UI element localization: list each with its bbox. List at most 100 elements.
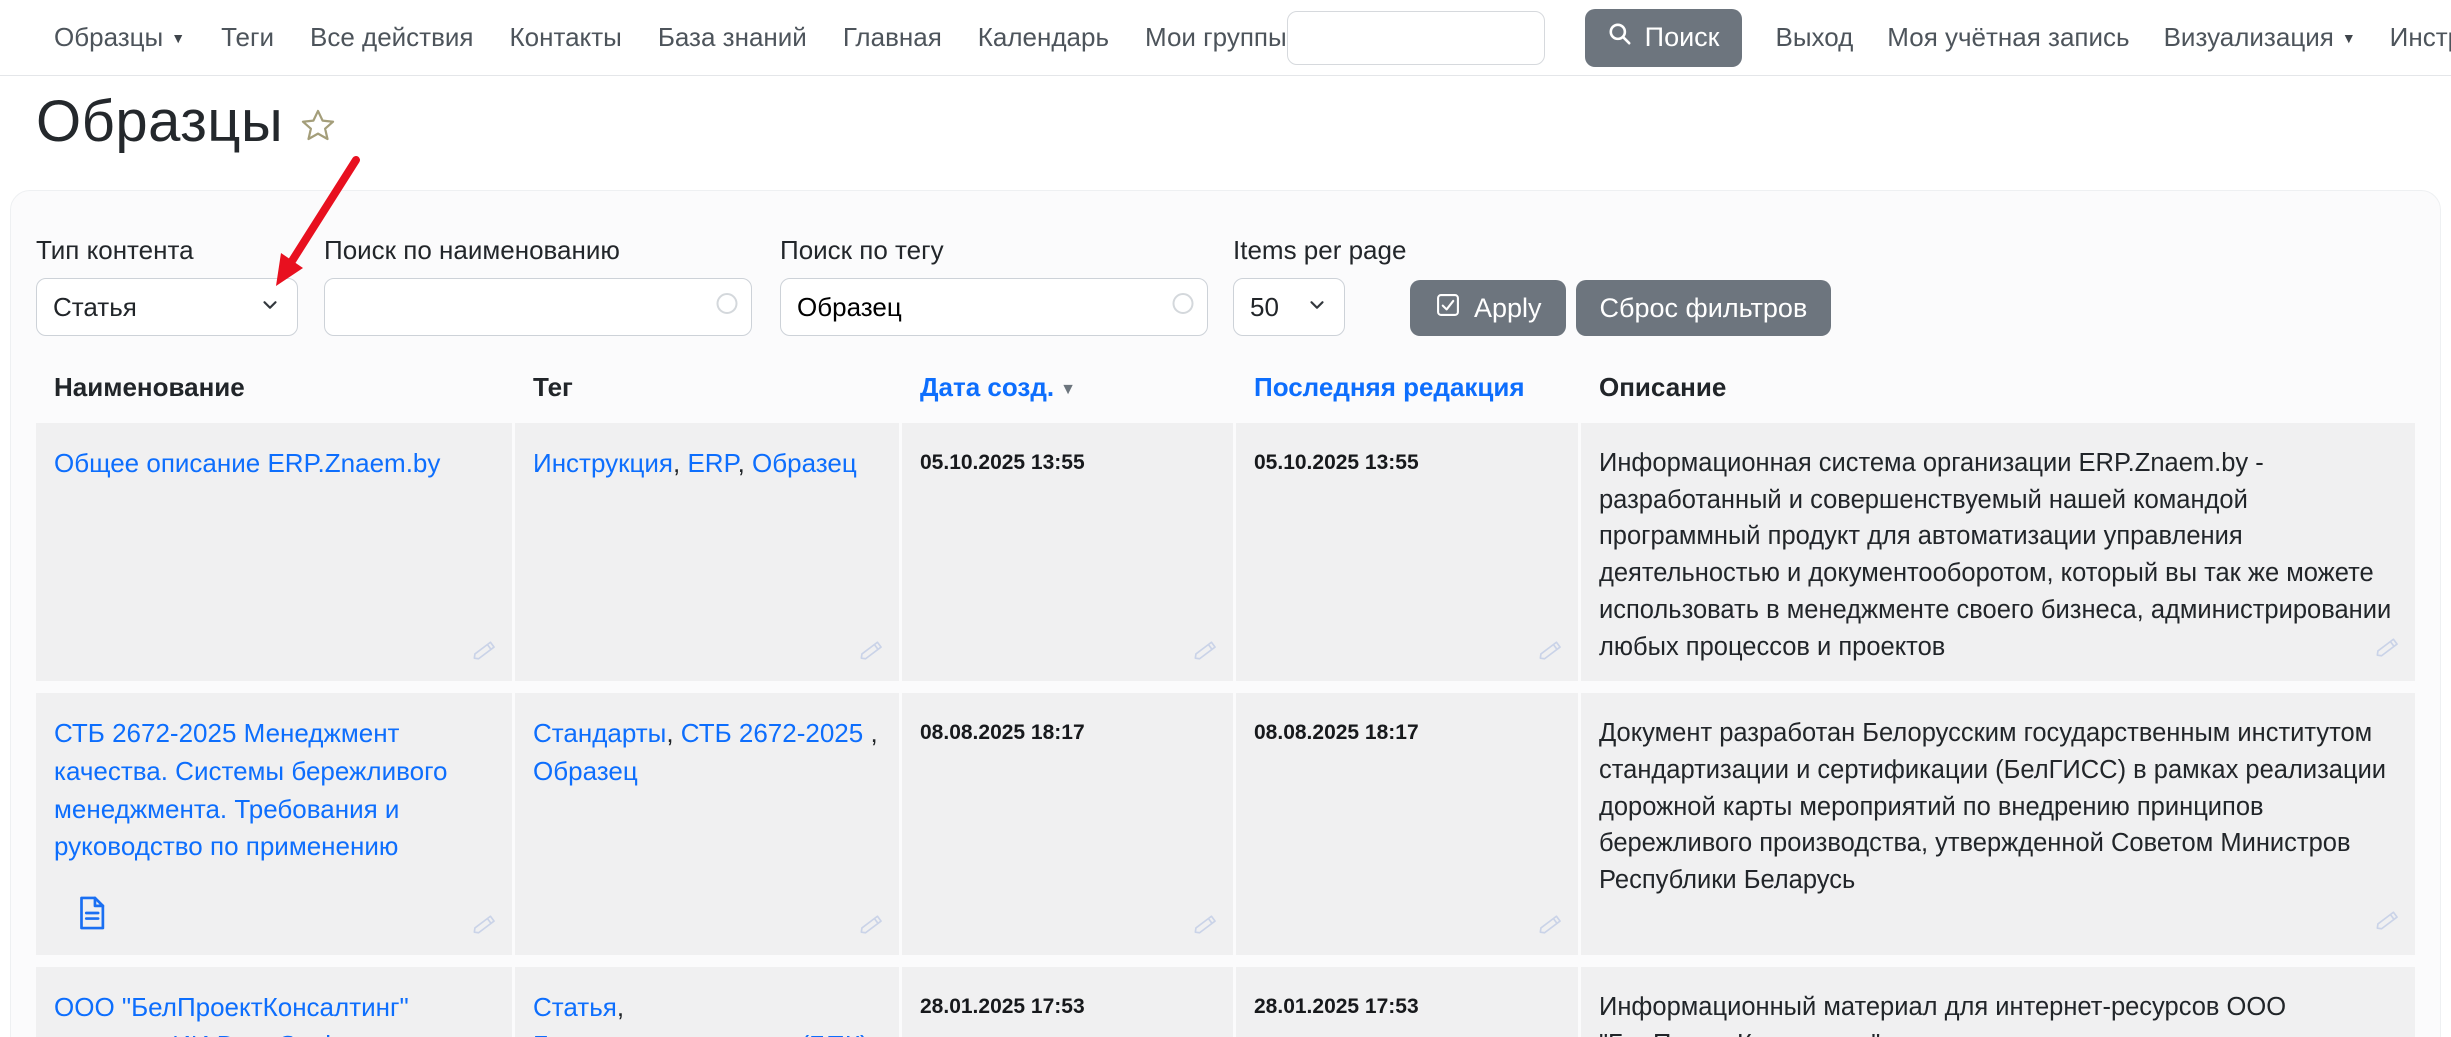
edit-pencil-icon[interactable] [2374,634,2401,672]
tag-link[interactable]: ERP [687,448,737,478]
items-per-page-label: Items per page [1233,235,1345,266]
edit-pencil-icon[interactable] [2374,907,2401,945]
items-per-page-select[interactable]: 50 [1233,278,1345,336]
tag-separator: , [870,718,877,748]
tag-separator: , [617,992,624,1022]
nav-item-knowledge-base[interactable]: База знаний [658,22,807,53]
tag-link[interactable]: Образец [752,448,857,478]
apply-button[interactable]: Apply [1410,280,1566,336]
tag-separator: , [738,448,752,478]
edit-pencil-icon[interactable] [471,911,498,945]
nav-item-my-account[interactable]: Моя учётная запись [1887,22,2129,53]
edit-pencil-icon[interactable] [858,911,885,945]
name-search-label: Поиск по наименованию [324,235,752,266]
sort-desc-icon: ▼ [1060,381,1076,398]
nav-item-calendar[interactable]: Календарь [978,22,1109,53]
nav-item-visualization[interactable]: Визуализация▼ [2164,22,2356,53]
edited-date-cell: 08.08.2025 18:17 [1236,693,1578,955]
checkbox-checked-icon [1434,291,1462,326]
nav-item-all-actions[interactable]: Все действия [310,22,474,53]
search-button-label: Поиск [1645,22,1720,53]
tag-link[interactable]: СТБ 2672-2025 [681,718,871,748]
nav-item-samples[interactable]: Образцы ▼ [54,22,185,53]
edit-pencil-icon[interactable] [1192,637,1219,671]
name-search-field-wrap [324,278,752,336]
column-header: Наименование [36,362,512,413]
nav-item-contacts[interactable]: Контакты [510,22,622,53]
row-title-link[interactable]: СТБ 2672-2025 Менеджмент качества. Систе… [54,718,447,861]
edited-date-cell: 28.01.2025 17:53 [1236,967,1578,1037]
caret-down-icon: ▼ [171,31,185,45]
title-cell: ООО "БелПроектКонсалтинг" внедряет ИИ De… [36,967,512,1037]
search-icon [1607,21,1633,54]
column-header-label: Тег [533,372,573,402]
column-header-label: Описание [1599,372,1726,402]
search-input[interactable] [1287,11,1545,65]
created-date: 05.10.2025 13:55 [920,447,1085,474]
title-cell: Общее описание ERP.Znaem.by [36,423,512,681]
column-header[interactable]: Дата созд. ▼ [902,362,1233,413]
name-search-input[interactable] [341,279,735,335]
row-title-link[interactable]: ООО "БелПроектКонсалтинг" внедряет ИИ De… [54,992,409,1037]
created-date: 28.01.2025 17:53 [920,991,1085,1018]
table-row: Общее описание ERP.Znaem.by Инструкция, E… [36,423,2415,681]
column-header-label: Дата созд. [920,372,1054,402]
nav-item-label: Образцы [54,22,163,53]
column-header-label: Последняя редакция [1254,372,1525,402]
file-text-icon[interactable] [72,894,110,939]
created-date: 08.08.2025 18:17 [920,717,1085,744]
row-title-link[interactable]: Общее описание ERP.Znaem.by [54,448,440,478]
nav-item-label: Контакты [510,22,622,53]
tag-link[interactable]: Образец [533,756,638,786]
edit-pencil-icon[interactable] [1537,637,1564,671]
content-type-value: Статья [53,292,137,323]
tag-link[interactable]: Статья [533,992,617,1022]
description-cell: Документ разработан Белорусским государс… [1581,693,2415,955]
tag-link[interactable]: Стандарты [533,718,666,748]
tag-link[interactable]: Инструкция [533,448,673,478]
clear-circle-icon[interactable] [1171,292,1195,323]
tag-search-field-wrap [780,278,1208,336]
edited-date-cell: 05.10.2025 13:55 [1236,423,1578,681]
tag-separator: , [869,1030,876,1037]
edited-date: 28.01.2025 17:53 [1254,991,1419,1018]
nav-item-label: Теги [221,22,274,53]
search-button[interactable]: Поиск [1585,9,1742,67]
reset-filters-label: Сброс фильтров [1600,293,1808,324]
table-body: Общее описание ERP.Znaem.by Инструкция, E… [11,423,2440,1037]
column-header[interactable]: Последняя редакция [1236,362,1578,413]
description-text: Информационный материал для интернет-рес… [1599,993,2286,1037]
nav-item-my-groups[interactable]: Мои группы [1145,22,1287,53]
chevron-down-icon [1306,292,1328,323]
nav-right: Поиск Выход Моя учётная запись Визуализаци… [1287,9,2451,67]
page-header: Образцы [36,88,337,155]
favorite-star-icon[interactable] [299,107,337,150]
edit-pencil-icon[interactable] [1192,911,1219,945]
nav-item-logout[interactable]: Выход [1776,22,1854,53]
column-header-label: Наименование [54,372,245,402]
edit-pencil-icon[interactable] [471,637,498,671]
nav-item-user-instructions[interactable]: Инструкции пользователя [2390,22,2451,53]
nav-item-home[interactable]: Главная [843,22,942,53]
nav-item-tags[interactable]: Теги [221,22,274,53]
content-type-select[interactable]: Статья [36,278,298,336]
nav-item-label: Мои группы [1145,22,1287,53]
clear-circle-icon[interactable] [715,292,739,323]
nav-item-label: Визуализация [2164,22,2334,53]
chevron-down-icon [259,292,281,323]
tags-cell: Стандарты, СТБ 2672-2025 , Образец [515,693,899,955]
column-header: Описание [1581,362,2415,413]
nav-left: Образцы ▼ Теги Все действия Контакты База зна… [54,22,1287,53]
table-row: СТБ 2672-2025 Менеджмент качества. Систе… [36,693,2415,955]
tags-cell: Статья, Белпроектконсалтинг (БПК), Искус… [515,967,899,1037]
filter-bar: Тип контента Статья Поиск по наименовани… [11,191,2440,362]
tag-separator: , [673,448,687,478]
reset-filters-button[interactable]: Сброс фильтров [1576,280,1832,336]
edit-pencil-icon[interactable] [1537,911,1564,945]
tag-search-input[interactable] [797,279,1191,335]
apply-button-label: Apply [1474,293,1542,324]
tag-link[interactable]: Белпроектконсалтинг (БПК) [533,1030,869,1037]
tags-cell: Инструкция, ERP, Образец [515,423,899,681]
content-type-label: Тип контента [36,235,298,266]
edit-pencil-icon[interactable] [858,637,885,671]
